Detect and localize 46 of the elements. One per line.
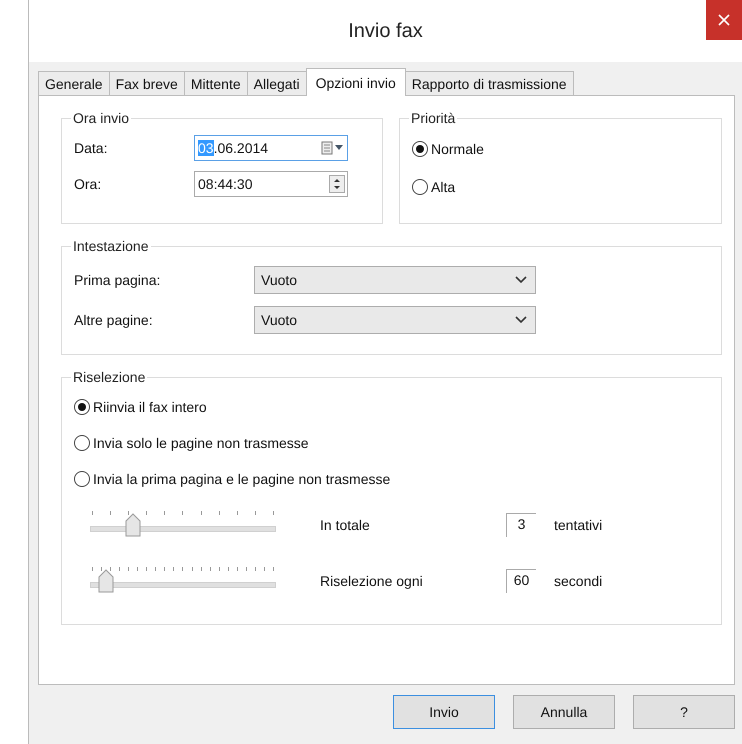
slider-thumb[interactable] — [98, 569, 114, 593]
unit-label: tentativi — [554, 517, 602, 533]
group-title: Riselezione — [72, 369, 146, 385]
radio-button[interactable] — [74, 435, 90, 451]
field-label: Data: — [74, 140, 108, 156]
value-field[interactable]: 3 — [506, 513, 536, 537]
radio-option[interactable]: Normale — [412, 130, 711, 168]
slider-thumb[interactable] — [125, 513, 142, 537]
tab[interactable]: Mittente — [184, 71, 248, 95]
tab[interactable]: Opzioni invio — [306, 68, 406, 96]
radio-button[interactable] — [74, 471, 90, 487]
date-field[interactable]: 03.06.2014 — [194, 135, 348, 161]
dropdown[interactable]: Vuoto — [254, 306, 536, 334]
value-field[interactable]: 60 — [506, 569, 536, 593]
unit-label: secondi — [554, 573, 602, 589]
chevron-down-icon — [515, 276, 527, 284]
field-label: Riselezione ogni — [320, 573, 424, 589]
radio-button[interactable] — [74, 399, 90, 415]
chevron-down-icon — [515, 316, 527, 324]
tab[interactable]: Fax breve — [108, 71, 185, 95]
dialog-button[interactable]: Annulla — [513, 695, 615, 729]
group-title: Intestazione — [72, 238, 150, 254]
radio-option[interactable]: Invia la prima pagina e le pagine non trasmesse — [74, 461, 711, 497]
calendar-dropdown-icon[interactable] — [321, 141, 345, 155]
radio-option[interactable]: Invia solo le pagine non trasmesse — [74, 425, 711, 461]
radio-button[interactable] — [412, 179, 428, 195]
radio-option[interactable]: Alta — [412, 168, 711, 206]
close-button[interactable] — [706, 0, 742, 40]
field-label: Prima pagina: — [74, 272, 162, 288]
group-title: Priorità — [410, 110, 456, 126]
dialog-button[interactable]: ? — [633, 695, 735, 729]
tab[interactable]: Generale — [38, 71, 110, 95]
dropdown[interactable]: Vuoto — [254, 266, 536, 294]
field-label: Altre pagine: — [74, 312, 154, 328]
spinner-icon[interactable] — [329, 175, 345, 193]
radio-option[interactable]: Riinvia il fax intero — [74, 389, 711, 425]
group-title: Ora invio — [72, 110, 130, 126]
field-label: In totale — [320, 517, 371, 533]
dialog-button[interactable]: Invio — [393, 695, 495, 729]
tab[interactable]: Allegati — [246, 71, 307, 95]
window-title: Invio fax — [348, 20, 423, 44]
close-icon — [718, 14, 730, 26]
field-label: Ora: — [74, 176, 102, 192]
time-field[interactable]: 08:44:30 — [194, 171, 348, 197]
tab[interactable]: Rapporto di trasmissione — [404, 71, 574, 95]
radio-button[interactable] — [412, 141, 428, 157]
